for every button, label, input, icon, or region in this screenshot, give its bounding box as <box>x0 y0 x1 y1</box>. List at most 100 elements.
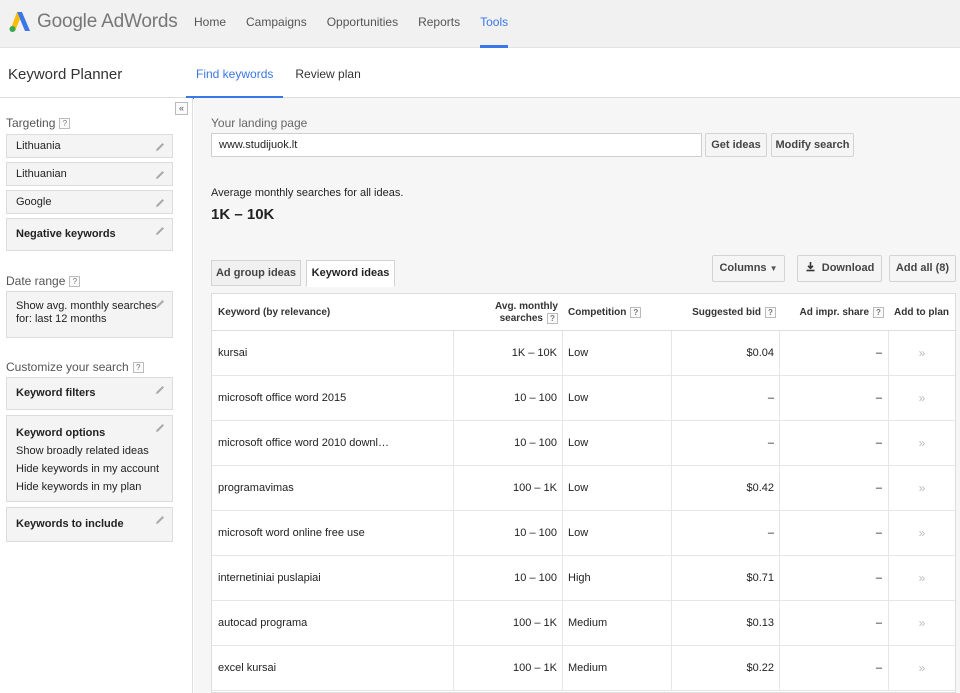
header-add-to-plan: Add to plan <box>894 307 949 318</box>
column-divider <box>779 646 780 690</box>
table-row: kursai 1K – 10K Low $0.04 – » <box>212 331 955 376</box>
table-row: programavimas 100 – 1K Low $0.42 – » <box>212 466 955 511</box>
header-keyword[interactable]: Keyword (by relevance) <box>218 294 448 331</box>
header-avg-monthly-searches[interactable]: Avg. monthly searches? <box>462 294 558 331</box>
column-divider <box>453 646 454 690</box>
column-divider <box>453 421 454 465</box>
column-divider <box>671 421 672 465</box>
download-button[interactable]: Download <box>797 255 882 282</box>
collapse-sidebar-icon[interactable]: « <box>175 102 188 115</box>
column-divider <box>671 556 672 600</box>
suggested-bid-cell: – <box>767 527 774 539</box>
sub-header: Keyword Planner Find keywords Review pla… <box>0 48 960 99</box>
landing-page-input[interactable] <box>211 133 702 157</box>
header-avg-line2: searches <box>499 312 543 324</box>
get-ideas-button[interactable]: Get ideas <box>705 133 767 157</box>
column-divider <box>779 421 780 465</box>
column-divider <box>888 421 889 465</box>
nav-opportunities[interactable]: Opportunities <box>317 0 408 48</box>
add-to-plan-icon[interactable]: » <box>902 331 942 375</box>
page-tabs: Find keywords Review plan <box>186 48 373 99</box>
pencil-icon[interactable] <box>154 141 166 153</box>
columns-button[interactable]: Columns ▼ <box>712 255 785 282</box>
nav-tools[interactable]: Tools <box>470 0 518 48</box>
add-to-plan-icon[interactable]: » <box>902 466 942 510</box>
help-icon[interactable]: ? <box>630 307 642 318</box>
modify-search-button[interactable]: Modify search <box>771 133 854 157</box>
pencil-icon[interactable] <box>154 384 166 396</box>
keyword-cell: microsoft office word 2010 downl… <box>218 437 389 449</box>
page-title: Keyword Planner <box>8 66 123 83</box>
add-to-plan-icon[interactable]: » <box>902 421 942 465</box>
table-row: microsoft office word 2015 10 – 100 Low – – » <box>212 376 955 421</box>
column-divider <box>562 421 563 465</box>
add-to-plan-icon[interactable]: » <box>902 646 942 690</box>
add-to-plan-icon[interactable]: » <box>902 556 942 600</box>
nav-reports[interactable]: Reports <box>408 0 470 48</box>
targeting-language[interactable]: Lithuanian <box>6 162 173 186</box>
tab-ad-group-ideas[interactable]: Ad group ideas <box>211 260 301 286</box>
column-divider <box>779 511 780 555</box>
ad-impr-share-cell: – <box>875 527 882 539</box>
tab-review-plan[interactable]: Review plan <box>285 48 370 98</box>
avg-searches-cell: 10 – 100 <box>514 437 557 449</box>
keyword-option-item: Hide keywords in my account <box>16 463 160 475</box>
avg-searches-cell: 1K – 10K <box>511 347 557 359</box>
date-range-box[interactable]: Show avg. monthly searches for: last 12 … <box>6 291 173 338</box>
header-competition-label: Competition <box>568 307 627 318</box>
nav-home[interactable]: Home <box>184 0 236 48</box>
column-divider <box>562 466 563 510</box>
nav-campaigns[interactable]: Campaigns <box>236 0 317 48</box>
ad-impr-share-cell: – <box>875 482 882 494</box>
pencil-icon[interactable] <box>154 225 166 237</box>
targeting-network[interactable]: Google <box>6 190 173 214</box>
keyword-options-title: Keyword options <box>16 427 106 439</box>
header-ad-impr-share[interactable]: Ad impr. share? <box>782 294 884 331</box>
keyword-filters[interactable]: Keyword filters <box>6 377 173 410</box>
table-row: autocad programa 100 – 1K Medium $0.13 – » <box>212 601 955 646</box>
avg-searches-cell: 10 – 100 <box>514 527 557 539</box>
competition-cell: Low <box>568 392 589 404</box>
column-divider <box>453 331 454 375</box>
suggested-bid-cell: – <box>767 392 774 404</box>
main-panel: Your landing page Get ideas Modify searc… <box>194 98 960 693</box>
help-icon[interactable]: ? <box>132 361 144 373</box>
keyword-filters-label: Keyword filters <box>16 387 96 399</box>
tab-keyword-ideas[interactable]: Keyword ideas <box>306 260 395 287</box>
targeting-location-label: Lithuania <box>16 140 61 152</box>
keyword-cell: microsoft office word 2015 <box>218 392 347 404</box>
header-competition[interactable]: Competition? <box>568 294 668 331</box>
add-to-plan-icon[interactable]: » <box>902 601 942 645</box>
keywords-to-include[interactable]: Keywords to include <box>6 507 173 542</box>
competition-cell: Low <box>568 527 589 539</box>
column-divider <box>453 511 454 555</box>
help-icon[interactable]: ? <box>59 117 71 129</box>
negative-keywords[interactable]: Negative keywords <box>6 218 173 251</box>
targeting-location[interactable]: Lithuania <box>6 134 173 158</box>
tab-find-keywords[interactable]: Find keywords <box>186 48 284 99</box>
competition-cell: High <box>568 572 591 584</box>
ad-impr-share-cell: – <box>875 392 882 404</box>
column-divider <box>562 331 563 375</box>
add-to-plan-icon[interactable]: » <box>902 376 942 420</box>
landing-page-label: Your landing page <box>211 116 308 130</box>
pencil-icon[interactable] <box>154 514 166 526</box>
table-row: microsoft word online free use 10 – 100 Lo… <box>212 511 955 556</box>
column-divider <box>453 601 454 645</box>
add-all-button[interactable]: Add all (8) <box>889 255 956 282</box>
adwords-logo[interactable]: Google AdWords <box>8 10 178 34</box>
pencil-icon[interactable] <box>154 169 166 181</box>
column-divider <box>779 331 780 375</box>
help-icon[interactable]: ? <box>547 312 558 324</box>
help-icon[interactable]: ? <box>873 307 884 318</box>
help-icon[interactable]: ? <box>765 307 776 318</box>
keyword-ideas-table: Keyword (by relevance) Avg. monthly sear… <box>211 293 956 693</box>
help-icon[interactable]: ? <box>69 275 81 287</box>
suggested-bid-cell: $0.13 <box>746 617 774 629</box>
add-to-plan-icon[interactable]: » <box>902 511 942 555</box>
pencil-icon[interactable] <box>154 298 166 310</box>
keyword-options[interactable]: Keyword options Show broadly related ide… <box>6 415 173 502</box>
pencil-icon[interactable] <box>154 197 166 209</box>
header-suggested-bid[interactable]: Suggested bid? <box>674 294 776 331</box>
pencil-icon[interactable] <box>154 422 166 434</box>
